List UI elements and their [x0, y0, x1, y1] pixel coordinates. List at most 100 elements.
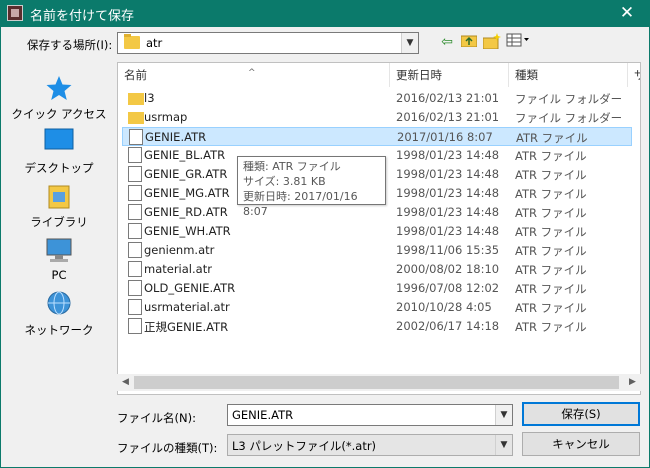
- file-row[interactable]: l3 2016/02/13 21:01 ファイル フォルダー: [122, 89, 632, 108]
- place-label: ライブラリ: [30, 215, 88, 229]
- file-icon: [128, 242, 142, 258]
- file-name: usrmap: [144, 110, 188, 124]
- file-icon: [128, 166, 142, 182]
- file-row[interactable]: material.atr 2000/08/02 18:10 ATR ファイル: [122, 260, 632, 279]
- library-icon: [44, 182, 74, 210]
- file-type: ATR ファイル: [515, 244, 587, 258]
- filename-label: ファイル名(N):: [117, 411, 196, 425]
- filetype-value: L3 パレットファイル(*.atr): [232, 439, 377, 453]
- look-in-value: atr: [146, 36, 163, 50]
- look-in-combo[interactable]: atr ▼: [117, 32, 419, 54]
- horizontal-scrollbar[interactable]: ◀ ▶: [117, 374, 641, 391]
- filename-input[interactable]: GENIE.ATR ▼: [227, 404, 513, 426]
- tooltip-size: サイズ: 3.81 KB: [243, 175, 326, 188]
- file-date: 1998/01/23 14:48: [396, 224, 500, 238]
- file-name: GENIE_WH.ATR: [144, 224, 231, 238]
- file-name: OLD_GENIE.ATR: [144, 281, 236, 295]
- file-icon: [128, 318, 142, 334]
- file-type: ATR ファイル: [515, 301, 587, 315]
- file-row[interactable]: genienm.atr 1998/11/06 15:35 ATR ファイル: [122, 241, 632, 260]
- desktop-icon: [44, 128, 74, 156]
- file-date: 2010/10/28 4:05: [396, 300, 492, 314]
- file-icon: [128, 185, 142, 201]
- save-button[interactable]: 保存(S): [522, 402, 640, 426]
- filename-value: GENIE.ATR: [232, 408, 294, 422]
- place-quick-access[interactable]: クイック アクセス: [8, 70, 110, 124]
- place-network[interactable]: ネットワーク: [8, 286, 110, 340]
- file-name: GENIE_GR.ATR: [144, 167, 228, 181]
- file-tooltip: 種類: ATR ファイル サイズ: 3.81 KB 更新日時: 2017/01/…: [237, 156, 386, 218]
- file-date: 2000/08/02 18:10: [396, 262, 500, 276]
- file-name: 正規GENIE.ATR: [144, 320, 229, 334]
- filetype-select[interactable]: L3 パレットファイル(*.atr) ▼: [227, 434, 513, 456]
- file-type: ATR ファイル: [515, 263, 587, 277]
- up-folder-icon[interactable]: [460, 33, 478, 51]
- chevron-down-icon[interactable]: ▼: [495, 405, 512, 425]
- new-folder-icon[interactable]: [482, 33, 502, 51]
- window-title: 名前を付けて保存: [30, 9, 135, 24]
- back-arrow-icon[interactable]: ⇦: [439, 33, 455, 51]
- file-icon: [128, 280, 142, 296]
- close-button[interactable]: ✕: [604, 0, 650, 27]
- chevron-down-icon[interactable]: ▼: [495, 435, 512, 455]
- file-type: ATR ファイル: [515, 206, 587, 220]
- file-list[interactable]: 名前 ^ 更新日時 種類 サ l3 2016/02/13 21:01 ファイル フォ…: [117, 62, 641, 395]
- pc-icon: [44, 236, 74, 264]
- place-desktop[interactable]: デスクトップ: [8, 124, 110, 178]
- chevron-down-icon[interactable]: ▼: [401, 33, 418, 53]
- file-date: 1998/01/23 14:48: [396, 205, 500, 219]
- file-type: ファイル フォルダー: [515, 111, 623, 125]
- filetype-label: ファイルの種類(T):: [117, 441, 218, 455]
- scroll-right-icon[interactable]: ▶: [624, 374, 641, 391]
- sort-up-icon: ^: [248, 68, 256, 78]
- file-type: ファイル フォルダー: [515, 92, 623, 106]
- place-pc[interactable]: PC: [8, 232, 110, 286]
- file-icon: [128, 147, 142, 163]
- file-type: ATR ファイル: [516, 131, 588, 145]
- place-library[interactable]: ライブラリ: [8, 178, 110, 232]
- file-date: 2016/02/13 21:01: [396, 110, 500, 124]
- file-type: ATR ファイル: [515, 225, 587, 239]
- view-menu-icon[interactable]: [506, 33, 530, 51]
- column-type[interactable]: 種類: [509, 63, 628, 87]
- place-label: クイック アクセス: [11, 107, 107, 121]
- file-type: ATR ファイル: [515, 320, 587, 334]
- star-icon: [44, 74, 74, 102]
- file-name: GENIE_BL.ATR: [144, 148, 226, 162]
- file-row[interactable]: OLD_GENIE.ATR 1996/07/08 12:02 ATR ファイル: [122, 279, 632, 298]
- file-row[interactable]: GENIE_WH.ATR 1998/01/23 14:48 ATR ファイル: [122, 222, 632, 241]
- column-name-label: 名前: [124, 68, 147, 82]
- file-type: ATR ファイル: [515, 149, 587, 163]
- place-label: ネットワーク: [24, 323, 94, 337]
- place-label: デスクトップ: [24, 161, 94, 175]
- file-icon: [128, 299, 142, 315]
- scroll-thumb[interactable]: [134, 376, 619, 389]
- file-name: genienm.atr: [144, 243, 215, 257]
- file-row[interactable]: usrmap 2016/02/13 21:01 ファイル フォルダー: [122, 108, 632, 127]
- file-icon: [128, 204, 142, 220]
- folder-icon: [124, 34, 140, 49]
- cancel-button[interactable]: キャンセル: [522, 432, 640, 456]
- folder-icon: [128, 93, 144, 105]
- file-date: 2016/02/13 21:01: [396, 91, 500, 105]
- file-name: material.atr: [144, 262, 212, 276]
- file-type: ATR ファイル: [515, 168, 587, 182]
- network-icon: [44, 290, 74, 318]
- file-date: 1996/07/08 12:02: [396, 281, 500, 295]
- file-row[interactable]: 正規GENIE.ATR 2002/06/17 14:18 ATR ファイル: [122, 317, 632, 336]
- column-date[interactable]: 更新日時: [390, 63, 509, 87]
- file-date: 2017/01/16 8:07: [397, 130, 493, 144]
- file-icon: [128, 261, 142, 277]
- column-size[interactable]: サ: [628, 63, 640, 87]
- file-row[interactable]: GENIE.ATR 2017/01/16 8:07 ATR ファイル: [122, 127, 632, 146]
- file-row[interactable]: usrmaterial.atr 2010/10/28 4:05 ATR ファイル: [122, 298, 632, 317]
- file-type: ATR ファイル: [515, 187, 587, 201]
- folder-icon: [128, 112, 144, 124]
- column-name[interactable]: 名前 ^: [118, 63, 390, 87]
- file-type: ATR ファイル: [515, 282, 587, 296]
- file-date: 1998/01/23 14:48: [396, 148, 500, 162]
- file-name: l3: [144, 91, 155, 105]
- scroll-left-icon[interactable]: ◀: [117, 374, 134, 391]
- file-icon: [129, 129, 143, 145]
- list-header: 名前 ^ 更新日時 種類 サ: [118, 63, 640, 87]
